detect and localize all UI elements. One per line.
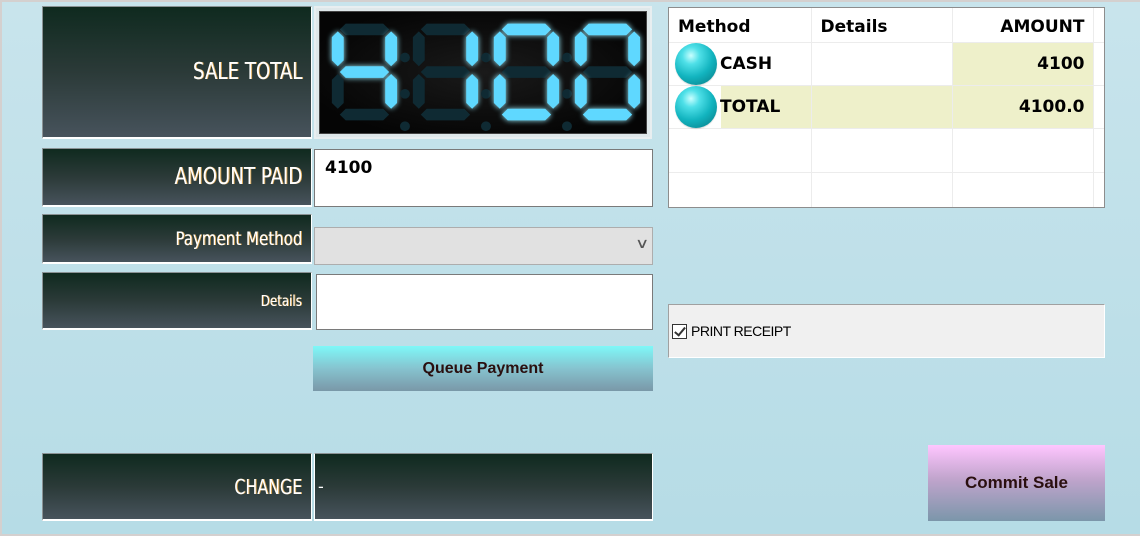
lcd-segment-a-on [501, 23, 552, 36]
print-receipt-panel: PRINT RECEIPT [668, 304, 1105, 358]
print-receipt-checkbox[interactable] [672, 323, 687, 339]
lcd-separator-dot [481, 88, 491, 99]
lcd-segment-d-on [582, 108, 633, 121]
pos-payment-window: SALE TOTAL AMOUNT PAID 4100 Payment Meth… [2, 2, 1140, 534]
empty-cell [669, 172, 812, 207]
lcd-separator-dot [481, 121, 491, 132]
lcd-separator-dot [400, 88, 410, 99]
details-cell[interactable] [811, 42, 953, 86]
print-receipt-label[interactable]: PRINT RECEIPT [691, 323, 791, 339]
lcd-segment-c-on [547, 73, 560, 109]
sale-total-label-text: SALE TOTAL [192, 59, 302, 85]
lcd-separator-dot [562, 121, 572, 132]
payment-method-label-text: Payment Method [175, 227, 302, 250]
amount-cell[interactable]: 4100 [952, 42, 1094, 86]
lcd-segment-f-on [574, 31, 587, 67]
column-header-method[interactable]: Method [669, 8, 812, 43]
amount-paid-label-text: AMOUNT PAID [174, 164, 302, 190]
change-label: CHANGE [42, 453, 312, 521]
method-text: TOTAL [720, 96, 781, 117]
lcd-segment-c-on [628, 73, 641, 109]
method-cell[interactable]: TOTAL [669, 85, 812, 129]
details-cell[interactable] [811, 85, 953, 129]
empty-cell [811, 172, 953, 207]
lcd-segment-g-off [582, 66, 633, 78]
lcd-separator-dot [562, 88, 572, 99]
lcd-segment-g-off [501, 66, 552, 78]
lcd-segment-d-off [420, 108, 471, 121]
empty-row [669, 172, 1104, 207]
method-cell[interactable]: CASH [669, 42, 812, 86]
sale-total-label: SALE TOTAL [42, 6, 312, 139]
payments-grid[interactable]: Method Details AMOUNT CASH 4100 TOTAL 41… [668, 7, 1105, 208]
column-header-amount[interactable]: AMOUNT [952, 8, 1094, 43]
lcd-segment-e-off [331, 73, 344, 109]
empty-cell [952, 128, 1094, 173]
lcd-separator-dot [562, 52, 572, 63]
lcd-segment-b-on [547, 31, 560, 67]
chevron-down-icon[interactable]: ∨ [635, 236, 649, 252]
details-label-text: Details [260, 291, 302, 310]
lcd-segment-e-on [493, 73, 506, 109]
lcd-segment-b-on [628, 31, 641, 67]
lcd-separator-dot [400, 52, 410, 63]
filler-cell [1093, 85, 1104, 129]
details-input[interactable] [316, 274, 653, 330]
amount-paid-input[interactable]: 4100 [314, 149, 653, 207]
lcd-segment-b-on [385, 31, 398, 67]
lcd-segment-d-on [501, 108, 552, 121]
cyan-ball-icon [675, 85, 717, 128]
change-label-text: CHANGE [234, 474, 302, 499]
table-row[interactable]: CASH 4100 [669, 42, 1104, 86]
lcd-segment-c-on [385, 73, 398, 109]
lcd-segment-g-off [420, 66, 471, 78]
seven-segment-digits [331, 23, 641, 132]
details-label: Details [42, 272, 312, 330]
change-value: - [314, 453, 653, 521]
amount-paid-label: AMOUNT PAID [42, 148, 312, 207]
lcd-segment-e-on [574, 73, 587, 109]
lcd-segment-e-off [412, 73, 425, 109]
cyan-ball-icon [675, 42, 717, 85]
lcd-segment-f-off [412, 31, 425, 67]
queue-payment-button[interactable]: Queue Payment [313, 346, 653, 391]
empty-row [669, 128, 1104, 173]
lcd-separator-dot [481, 52, 491, 63]
queue-payment-button-label: Queue Payment [422, 359, 544, 377]
empty-cell [811, 128, 953, 173]
lcd-separator-dot [400, 121, 410, 132]
lcd-segment-f-on [331, 31, 344, 67]
filler-cell [1093, 42, 1104, 86]
amount-cell[interactable]: 4100.0 [952, 85, 1094, 129]
column-header-details[interactable]: Details [811, 8, 953, 43]
lcd-segment-b-on [466, 31, 479, 67]
method-text: CASH [720, 53, 773, 74]
lcd-segment-a-off [420, 23, 471, 36]
lcd-segment-a-on [582, 23, 633, 36]
empty-cell [1093, 128, 1104, 173]
lcd-segment-f-on [493, 31, 506, 67]
lcd-screen [319, 11, 647, 134]
empty-cell [669, 128, 812, 173]
lcd-segment-d-off [339, 108, 390, 121]
grid-header-row: Method Details AMOUNT [669, 8, 1104, 43]
payment-method-select[interactable]: ∨ [314, 227, 653, 265]
lcd-segment-c-on [466, 73, 479, 109]
commit-sale-button[interactable]: Commit Sale [928, 445, 1105, 521]
payment-method-label: Payment Method [42, 214, 312, 264]
table-row[interactable]: TOTAL 4100.0 [669, 85, 1104, 129]
commit-sale-button-label: Commit Sale [965, 473, 1068, 492]
column-header-filler [1093, 8, 1104, 43]
sale-total-display [314, 6, 652, 139]
lcd-segment-g-on [339, 66, 390, 78]
lcd-segment-a-off [339, 23, 390, 36]
empty-cell [952, 172, 1094, 207]
empty-cell [1093, 172, 1104, 207]
